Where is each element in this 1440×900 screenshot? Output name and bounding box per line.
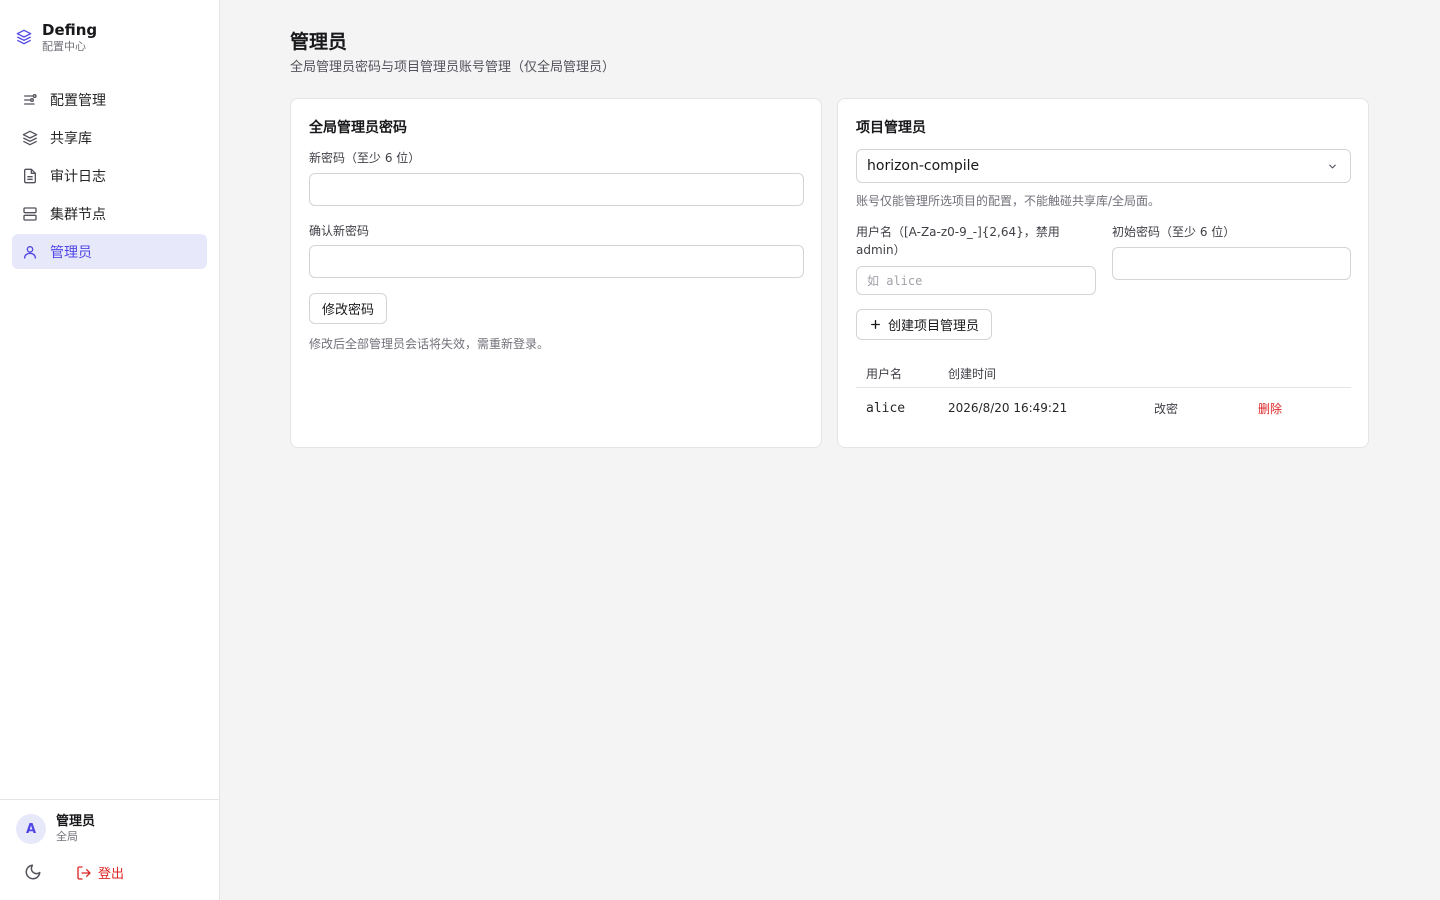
sidebar-item-label: 集群节点 bbox=[50, 206, 106, 223]
username-input[interactable] bbox=[856, 266, 1096, 295]
initial-password-label: 初始密码（至少 6 位） bbox=[1112, 225, 1236, 239]
layers-icon bbox=[22, 130, 38, 145]
row-created: 2026/8/20 16:49:21 bbox=[948, 401, 1068, 415]
confirm-password-input[interactable] bbox=[309, 245, 804, 278]
sidebar-item-audit-log[interactable]: 审计日志 bbox=[12, 158, 207, 193]
project-admin-card: 项目管理员 horizon-compile 账号仅能管理所选项目的配置，不能触碰… bbox=[837, 98, 1369, 448]
sidebar-item-label: 共享库 bbox=[50, 130, 92, 147]
brand-subtitle: 配置中心 bbox=[42, 40, 86, 53]
avatar: A bbox=[16, 814, 46, 844]
sidebar-nav: 配置管理 共享库 审计日志 集群节点 管理员 bbox=[12, 82, 207, 272]
card-title: 项目管理员 bbox=[856, 120, 926, 136]
sidebar-item-label: 管理员 bbox=[50, 244, 92, 261]
new-password-input[interactable] bbox=[309, 173, 804, 206]
user-role: 全局 bbox=[56, 830, 78, 843]
plus-icon bbox=[871, 320, 880, 329]
table-header: 用户名 创建时间 bbox=[856, 359, 1351, 388]
project-admin-hint: 账号仅能管理所选项目的配置，不能触碰共享库/全局面。 bbox=[856, 194, 1161, 208]
project-select[interactable]: horizon-compile bbox=[856, 149, 1351, 183]
brand-name: Defing bbox=[42, 21, 98, 39]
column-header-username: 用户名 bbox=[866, 366, 903, 381]
column-header-created: 创建时间 bbox=[948, 366, 997, 381]
logout-button[interactable]: 登出 bbox=[76, 863, 124, 882]
sidebar-item-cluster-nodes[interactable]: 集群节点 bbox=[12, 196, 207, 231]
main-content: 管理员 全局管理员密码与项目管理员账号管理（仅全局管理员） 全局管理员密码 新密… bbox=[290, 30, 1370, 448]
row-username: alice bbox=[866, 400, 906, 416]
server-icon bbox=[23, 206, 37, 221]
card-title: 全局管理员密码 bbox=[309, 120, 407, 136]
logout-label: 登出 bbox=[98, 867, 125, 882]
initial-password-input[interactable] bbox=[1112, 247, 1351, 280]
sidebar-item-label: 审计日志 bbox=[50, 168, 106, 185]
sliders-icon bbox=[24, 93, 37, 105]
sidebar: Defing 配置中心 配置管理 共享库 审计日志 集群节点 管理员 A 管理员… bbox=[0, 0, 220, 900]
layers-icon bbox=[16, 29, 32, 45]
sidebar-item-shared-lib[interactable]: 共享库 bbox=[12, 120, 207, 155]
chevron-down-icon bbox=[1329, 164, 1336, 169]
table-row: alice 2026/8/20 16:49:21 改密 删除 bbox=[856, 388, 1351, 428]
sidebar-item-label: 配置管理 bbox=[50, 92, 106, 109]
file-text-icon bbox=[24, 168, 36, 183]
sidebar-item-admins[interactable]: 管理员 bbox=[12, 234, 207, 269]
change-password-link[interactable]: 改密 bbox=[1154, 402, 1178, 416]
page-title: 管理员 bbox=[290, 31, 348, 53]
global-password-card: 全局管理员密码 新密码（至少 6 位） 确认新密码 修改密码 修改后全部管理员会… bbox=[290, 98, 822, 448]
sidebar-item-config[interactable]: 配置管理 bbox=[12, 82, 207, 117]
project-select-value: horizon-compile bbox=[867, 158, 980, 174]
moon-icon[interactable] bbox=[24, 863, 42, 881]
brand: Defing 配置中心 bbox=[16, 20, 97, 54]
global-password-hint: 修改后全部管理员会话将失效，需重新登录。 bbox=[309, 337, 550, 351]
sidebar-footer: A 管理员 全局 登出 bbox=[0, 799, 219, 900]
delete-link[interactable]: 删除 bbox=[1258, 402, 1282, 416]
current-user: A 管理员 全局 bbox=[16, 814, 95, 844]
logout-icon bbox=[77, 865, 91, 880]
change-password-button[interactable]: 修改密码 bbox=[309, 293, 388, 324]
page-subtitle: 全局管理员密码与项目管理员账号管理（仅全局管理员） bbox=[290, 60, 616, 75]
user-icon bbox=[24, 245, 36, 259]
create-button-label: 创建项目管理员 bbox=[888, 319, 980, 334]
project-admin-table: 用户名 创建时间 alice 2026/8/20 16:49:21 改密 删除 bbox=[856, 359, 1351, 428]
username-label: 用户名（[A-Za-z0-9_-]{2,64}，禁用 admin） bbox=[856, 225, 1060, 257]
create-project-admin-button[interactable]: 创建项目管理员 bbox=[856, 309, 993, 340]
new-password-label: 新密码（至少 6 位） bbox=[309, 151, 421, 165]
user-name: 管理员 bbox=[56, 814, 96, 829]
confirm-password-label: 确认新密码 bbox=[309, 224, 370, 238]
